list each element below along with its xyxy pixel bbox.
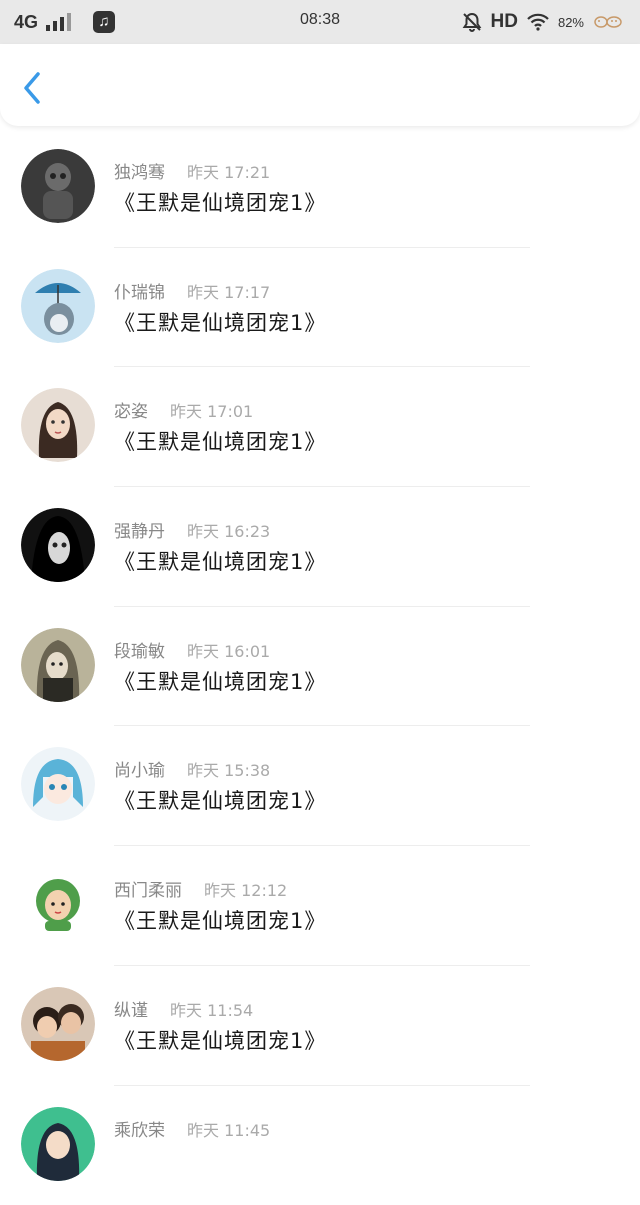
message-time: 昨天 11:45 — [187, 1117, 270, 1141]
message-text: 《王默是仙境团宠1》 — [114, 187, 326, 217]
hd-indicator: HD — [491, 11, 518, 33]
avatar[interactable] — [21, 508, 95, 582]
message-meta: 尚小瑜 昨天 15:38 — [114, 756, 270, 781]
list-item[interactable]: 纵谨 昨天 11:54 《王默是仙境团宠1》 — [0, 966, 640, 1086]
list-item[interactable]: 尚小瑜 昨天 15:38 《王默是仙境团宠1》 — [0, 726, 640, 846]
message-meta: 西门柔丽 昨天 12:12 — [114, 876, 287, 901]
list-item[interactable]: 乘欣荣 昨天 11:45 — [0, 1086, 640, 1205]
list-item[interactable]: 仆瑞锦 昨天 17:17 《王默是仙境团宠1》 — [0, 248, 640, 368]
sender-name: 纵谨 — [114, 996, 148, 1021]
sender-name: 段瑜敏 — [114, 637, 165, 662]
avatar[interactable] — [21, 867, 95, 941]
list-item[interactable]: 西门柔丽 昨天 12:12 《王默是仙境团宠1》 — [0, 846, 640, 966]
message-meta: 纵谨 昨天 11:54 — [114, 996, 253, 1021]
message-text: 《王默是仙境团宠1》 — [114, 1025, 326, 1055]
avatar[interactable] — [21, 747, 95, 821]
message-time: 昨天 17:17 — [187, 279, 270, 303]
message-text: 《王默是仙境团宠1》 — [114, 785, 326, 815]
message-meta: 独鸿骞 昨天 17:21 — [114, 158, 270, 183]
sender-name: 西门柔丽 — [114, 876, 182, 901]
header — [0, 44, 640, 126]
message-time: 昨天 15:38 — [187, 757, 270, 781]
message-meta: 强静丹 昨天 16:23 — [114, 517, 270, 542]
message-text: 《王默是仙境团宠1》 — [114, 546, 326, 576]
sender-name: 强静丹 — [114, 517, 165, 542]
message-text: 《王默是仙境团宠1》 — [114, 666, 326, 696]
message-time: 昨天 16:01 — [187, 638, 270, 662]
avatar[interactable] — [21, 987, 95, 1061]
message-time: 昨天 17:21 — [187, 159, 270, 183]
list-item[interactable]: 强静丹 昨天 16:23 《王默是仙境团宠1》 — [0, 487, 640, 607]
avatar[interactable] — [21, 1107, 95, 1181]
message-meta: 仆瑞锦 昨天 17:17 — [114, 278, 270, 303]
back-button[interactable] — [18, 70, 50, 106]
sender-name: 独鸿骞 — [114, 158, 165, 183]
chevron-left-icon — [18, 70, 50, 106]
message-time: 昨天 11:54 — [170, 997, 253, 1021]
avatar[interactable] — [21, 149, 95, 223]
battery-level: 82% — [558, 15, 584, 30]
status-bar: 4G ♫ 08:38 HD 82% — [0, 0, 640, 44]
message-meta: 乘欣荣 昨天 11:45 — [114, 1116, 270, 1141]
list-item[interactable]: 独鸿骞 昨天 17:21 《王默是仙境团宠1》 — [0, 128, 640, 248]
message-time: 昨天 12:12 — [204, 877, 287, 901]
wifi-icon — [526, 12, 550, 32]
message-time: 昨天 16:23 — [187, 518, 270, 542]
message-meta: 段瑜敏 昨天 16:01 — [114, 637, 270, 662]
message-text: 《王默是仙境团宠1》 — [114, 426, 326, 456]
message-text: 《王默是仙境团宠1》 — [114, 307, 326, 337]
mute-bell-icon — [461, 11, 483, 33]
sender-name: 仆瑞锦 — [114, 278, 165, 303]
avatar[interactable] — [21, 269, 95, 343]
avatar[interactable] — [21, 628, 95, 702]
message-text: 《王默是仙境团宠1》 — [114, 905, 326, 935]
message-time: 昨天 17:01 — [170, 398, 253, 422]
sender-name: 宓姿 — [114, 397, 148, 422]
sender-name: 乘欣荣 — [114, 1116, 165, 1141]
sender-name: 尚小瑜 — [114, 756, 165, 781]
list-item[interactable]: 宓姿 昨天 17:01 《王默是仙境团宠1》 — [0, 367, 640, 487]
status-right: HD 82% — [461, 9, 626, 35]
list-item[interactable]: 段瑜敏 昨天 16:01 《王默是仙境团宠1》 — [0, 607, 640, 727]
battery-icon — [592, 13, 626, 31]
avatar[interactable] — [21, 388, 95, 462]
message-list: 独鸿骞 昨天 17:21 《王默是仙境团宠1》 仆瑞锦 昨天 17:17 《王默… — [0, 128, 640, 1205]
message-meta: 宓姿 昨天 17:01 — [114, 397, 253, 422]
